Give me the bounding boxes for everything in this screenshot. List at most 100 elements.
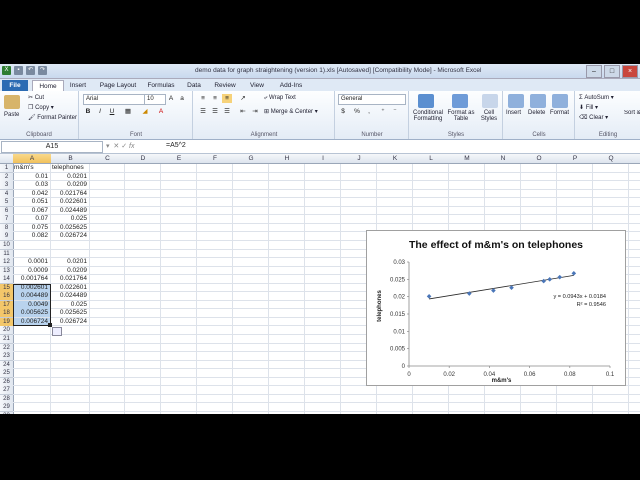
cell-styles-button[interactable]: Cell Styles bbox=[478, 110, 500, 122]
tab-view[interactable]: View bbox=[244, 80, 270, 91]
cell[interactable]: 0.0201 bbox=[51, 258, 89, 266]
cell[interactable]: 0.0201 bbox=[51, 173, 89, 181]
cut-button[interactable]: ✂ Cut bbox=[28, 94, 44, 101]
align-bottom-icon[interactable]: ≡ bbox=[222, 94, 232, 103]
column-header[interactable]: L bbox=[413, 154, 450, 164]
cell[interactable]: 0.024489 bbox=[51, 207, 89, 215]
autosum-button[interactable]: Σ AutoSum ▾ bbox=[579, 94, 614, 101]
tab-review[interactable]: Review bbox=[210, 80, 240, 91]
cell[interactable]: 0.026724 bbox=[51, 232, 89, 240]
font-color-icon[interactable]: A bbox=[156, 107, 166, 116]
cell[interactable]: 0.001764 bbox=[13, 275, 50, 283]
cell-styles-icon[interactable] bbox=[482, 94, 498, 108]
increase-indent-icon[interactable]: ⇥ bbox=[250, 107, 260, 116]
formula-input[interactable]: =A5^2 bbox=[166, 141, 636, 151]
paste-button[interactable]: Paste bbox=[4, 112, 19, 118]
column-header[interactable]: N bbox=[485, 154, 522, 164]
align-right-icon[interactable]: ☰ bbox=[222, 107, 232, 116]
format-as-table-icon[interactable] bbox=[452, 94, 468, 108]
font-size-select[interactable]: 10 bbox=[144, 94, 166, 105]
font-name-select[interactable]: Arial bbox=[83, 94, 145, 105]
column-header[interactable]: C bbox=[90, 154, 126, 164]
cell[interactable]: 0.026724 bbox=[51, 318, 89, 326]
column-header[interactable]: K bbox=[377, 154, 414, 164]
column-header[interactable]: P bbox=[557, 154, 594, 164]
align-center-icon[interactable]: ☰ bbox=[210, 107, 220, 116]
delete-cells-icon[interactable] bbox=[530, 94, 546, 108]
cell[interactable]: 0.0209 bbox=[51, 181, 89, 189]
tab-page-layout[interactable]: Page Layout bbox=[96, 80, 140, 91]
column-header[interactable]: B bbox=[51, 154, 91, 164]
paste-options-icon[interactable] bbox=[52, 327, 62, 337]
redo-icon[interactable]: ↷ bbox=[38, 66, 47, 75]
grow-font-icon[interactable]: A bbox=[166, 94, 176, 103]
column-header[interactable]: M bbox=[449, 154, 486, 164]
align-left-icon[interactable]: ☰ bbox=[198, 107, 208, 116]
cell[interactable]: 0.025 bbox=[51, 301, 89, 309]
conditional-formatting-button[interactable]: Conditional Formatting bbox=[412, 110, 444, 122]
save-icon[interactable]: ▪ bbox=[14, 66, 23, 75]
column-header[interactable]: G bbox=[233, 154, 270, 164]
italic-button[interactable]: I bbox=[95, 107, 105, 116]
cell[interactable]: 0.051 bbox=[13, 198, 50, 206]
wrap-text-button[interactable]: ⤶ Wrap Text bbox=[264, 95, 296, 102]
column-header[interactable]: E bbox=[161, 154, 198, 164]
align-middle-icon[interactable]: ≡ bbox=[210, 94, 220, 103]
format-cells-icon[interactable] bbox=[552, 94, 568, 108]
comma-icon[interactable]: , bbox=[364, 107, 374, 116]
format-as-table-button[interactable]: Format as Table bbox=[446, 110, 476, 122]
cell[interactable]: 0.03 bbox=[13, 181, 50, 189]
column-header[interactable]: O bbox=[521, 154, 558, 164]
cell[interactable]: 0.022601 bbox=[51, 198, 89, 206]
column-header[interactable]: A bbox=[13, 154, 52, 164]
column-header[interactable]: I bbox=[305, 154, 342, 164]
cell[interactable]: 0.025625 bbox=[51, 309, 89, 317]
cell[interactable]: 0.021764 bbox=[51, 275, 89, 283]
cell[interactable]: 0.082 bbox=[13, 232, 50, 240]
cell[interactable]: 0.0209 bbox=[51, 267, 89, 275]
currency-icon[interactable]: $ bbox=[338, 107, 348, 116]
copy-button[interactable]: ❐ Copy ▾ bbox=[28, 104, 54, 111]
cell[interactable]: 0.025625 bbox=[51, 224, 89, 232]
tab-insert[interactable]: Insert bbox=[64, 80, 92, 91]
column-header[interactable]: Q bbox=[593, 154, 630, 164]
number-format-select[interactable]: General bbox=[338, 94, 406, 105]
insert-button[interactable]: Insert bbox=[506, 110, 521, 116]
shrink-font-icon[interactable]: a bbox=[177, 94, 187, 103]
decrease-indent-icon[interactable]: ⇤ bbox=[238, 107, 248, 116]
delete-button[interactable]: Delete bbox=[528, 110, 545, 116]
column-header[interactable]: D bbox=[125, 154, 162, 164]
column-header[interactable]: R bbox=[629, 154, 640, 164]
cell[interactable]: 0.0001 bbox=[13, 258, 50, 266]
tab-add-ins[interactable]: Add-Ins bbox=[274, 80, 308, 91]
cell[interactable]: 0.01 bbox=[13, 173, 50, 181]
column-header[interactable]: J bbox=[341, 154, 378, 164]
format-button[interactable]: Format bbox=[550, 110, 569, 116]
cell[interactable]: m&m's bbox=[13, 164, 52, 172]
close-icon[interactable]: × bbox=[622, 65, 638, 78]
minimize-icon[interactable]: – bbox=[586, 65, 602, 78]
cell[interactable]: 0.025 bbox=[51, 215, 89, 223]
fx-icon[interactable]: ▾ ✕ ✓ fx bbox=[106, 142, 166, 152]
cell[interactable]: telephones bbox=[51, 164, 91, 172]
row-header[interactable]: 30 bbox=[0, 411, 14, 414]
cell[interactable]: 0.022601 bbox=[51, 284, 89, 292]
align-top-icon[interactable]: ≡ bbox=[198, 94, 208, 103]
undo-icon[interactable]: ↶ bbox=[26, 66, 35, 75]
cell[interactable]: 0.067 bbox=[13, 207, 50, 215]
tab-data[interactable]: Data bbox=[182, 80, 206, 91]
select-all-corner[interactable] bbox=[0, 154, 14, 164]
bold-button[interactable]: B bbox=[83, 107, 93, 116]
borders-icon[interactable]: ▦ bbox=[123, 107, 133, 116]
orientation-icon[interactable]: ↗ bbox=[238, 94, 248, 103]
insert-cells-icon[interactable] bbox=[508, 94, 524, 108]
maximize-icon[interactable]: □ bbox=[604, 65, 620, 78]
fill-color-icon[interactable]: ◢ bbox=[140, 107, 150, 116]
column-header[interactable]: H bbox=[269, 154, 306, 164]
tab-formulas[interactable]: Formulas bbox=[144, 80, 178, 91]
cell[interactable]: 0.07 bbox=[13, 215, 50, 223]
percent-icon[interactable]: % bbox=[352, 107, 362, 116]
merge-center-button[interactable]: ⊞ Merge & Center ▾ bbox=[264, 108, 318, 115]
conditional-formatting-icon[interactable] bbox=[418, 94, 434, 108]
clear-button[interactable]: ⌫ Clear ▾ bbox=[579, 114, 608, 121]
